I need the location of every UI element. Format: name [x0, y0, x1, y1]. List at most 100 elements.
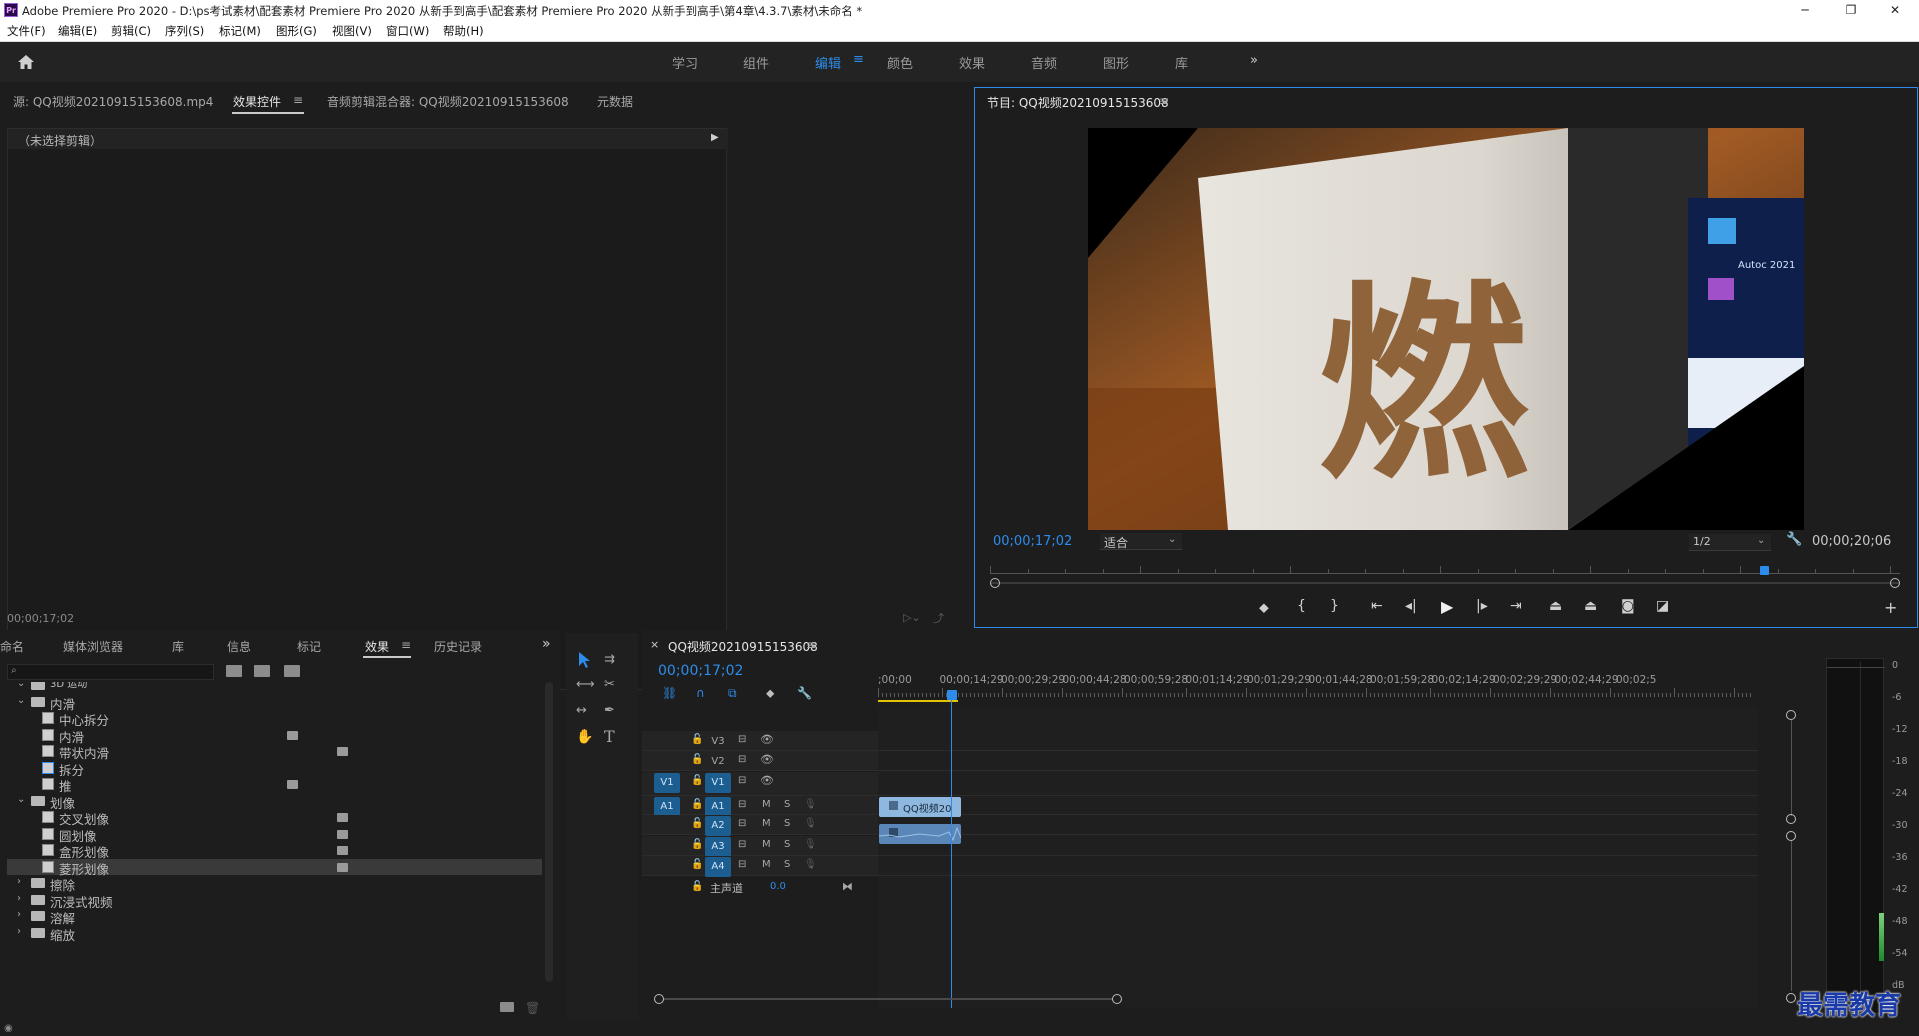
effects-folder[interactable]: ⌄ 3D 运动	[7, 682, 542, 693]
new-bin-icon[interactable]	[500, 1002, 514, 1012]
mute-button[interactable]: M	[762, 859, 771, 870]
ripple-edit-icon[interactable]: ⟷	[576, 677, 595, 692]
sync-lock-icon[interactable]: ⊟	[738, 839, 746, 850]
microphone-icon[interactable]: 🎙	[804, 799, 817, 810]
minimize-icon[interactable]: ─	[1782, 0, 1828, 20]
lock-icon[interactable]: 🔓	[691, 881, 703, 892]
track-lane[interactable]	[878, 772, 1758, 796]
effects-item[interactable]: 带状内滑	[7, 743, 542, 761]
microphone-icon[interactable]: 🎙	[804, 859, 817, 870]
lock-icon[interactable]: 🔓	[691, 734, 703, 745]
workspace-assembly[interactable]: 组件	[743, 53, 769, 72]
lock-icon[interactable]: 🔓	[691, 775, 703, 786]
lock-icon[interactable]: 🔓	[691, 754, 703, 765]
tab-effect-controls[interactable]: 效果控件	[233, 93, 281, 110]
track-target-v1[interactable]: V1	[705, 773, 731, 793]
eye-icon[interactable]: 👁	[760, 733, 774, 746]
sync-lock-icon[interactable]: ⊟	[738, 859, 746, 870]
track-lane[interactable]	[878, 815, 1758, 835]
program-video-frame[interactable]: 燃 Autoc 2021	[1088, 128, 1804, 530]
effects-folder[interactable]: ⌄ 内滑	[7, 694, 542, 712]
comparison-view-icon[interactable]: ◪	[1656, 598, 1669, 614]
track-target-a2[interactable]: A2	[705, 816, 731, 836]
mute-button[interactable]: M	[762, 839, 771, 850]
microphone-icon[interactable]: 🎙	[804, 839, 817, 850]
effects-item[interactable]: 中心拆分	[7, 710, 542, 728]
go-to-out-icon[interactable]: ⇥	[1510, 598, 1522, 614]
workspace-audio[interactable]: 音频	[1031, 53, 1057, 72]
audio-clip[interactable]	[879, 824, 961, 844]
menu-sequence[interactable]: 序列(S)	[165, 23, 204, 39]
timeline-horizontal-scroll[interactable]	[654, 994, 1784, 1004]
effects-menu-icon[interactable]: ≡	[401, 638, 411, 652]
close-icon[interactable]: ✕	[1872, 0, 1918, 20]
delete-icon[interactable]: 🗑	[525, 1001, 540, 1015]
program-monitor-menu-icon[interactable]: ≡	[1159, 94, 1169, 108]
32bit-effects-icon[interactable]	[254, 665, 270, 677]
tab-libraries[interactable]: 库	[172, 638, 184, 655]
mute-button[interactable]: M	[762, 818, 771, 829]
chevron-down-icon[interactable]: ⌄	[17, 794, 25, 805]
effects-item[interactable]: 交叉划像	[7, 809, 542, 827]
status-icon[interactable]: ◉	[4, 1023, 13, 1034]
lock-icon[interactable]: 🔓	[691, 859, 703, 870]
sync-lock-icon[interactable]: ⊟	[738, 754, 746, 765]
pen-tool-icon[interactable]: ✒	[604, 703, 615, 718]
program-current-timecode[interactable]: 00;00;17;02	[993, 534, 1072, 549]
button-editor-plus-icon[interactable]: +	[1884, 598, 1897, 617]
track-target-v2[interactable]: V2	[705, 752, 731, 772]
lock-icon[interactable]: 🔓	[691, 799, 703, 810]
solo-button[interactable]: S	[784, 839, 790, 850]
tabs-overflow-icon[interactable]: »	[542, 636, 551, 652]
chevron-right-icon[interactable]: ›	[17, 909, 21, 920]
menu-view[interactable]: 视图(V)	[332, 23, 372, 39]
menu-window[interactable]: 窗口(W)	[386, 23, 429, 39]
effects-item[interactable]: 圆划像	[7, 826, 542, 844]
track-lane[interactable]	[878, 751, 1758, 771]
tab-effects[interactable]: 效果	[365, 638, 389, 655]
track-target-a4[interactable]: A4	[705, 857, 731, 877]
tab-media-browser[interactable]: 媒体浏览器	[63, 638, 123, 655]
tab-source[interactable]: 源: QQ视频20210915153608.mp4	[13, 93, 213, 110]
accelerated-effects-icon[interactable]	[226, 665, 242, 677]
eye-icon[interactable]: 👁	[760, 774, 774, 787]
razor-tool-icon[interactable]: ✂	[604, 677, 615, 692]
solo-button[interactable]: S	[784, 818, 790, 829]
chevron-right-icon[interactable]: ›	[17, 893, 21, 904]
expand-arrow-icon[interactable]: ▶	[711, 132, 719, 143]
eye-icon[interactable]: 👁	[760, 753, 774, 766]
home-icon[interactable]	[17, 54, 35, 70]
tab-project[interactable]: 命名	[0, 638, 24, 655]
chevron-down-icon[interactable]: ⌄	[17, 682, 25, 689]
sync-lock-icon[interactable]: ⊟	[738, 734, 746, 745]
timeline-playhead-line[interactable]	[951, 700, 952, 1008]
effects-scrollbar[interactable]	[545, 682, 553, 982]
menu-help[interactable]: 帮助(H)	[443, 23, 484, 39]
track-lane[interactable]	[878, 856, 1758, 876]
restore-icon[interactable]: ❐	[1828, 0, 1874, 20]
effects-item[interactable]: 拆分	[7, 760, 542, 778]
program-scrub-bar[interactable]	[990, 566, 1900, 578]
lock-icon[interactable]: 🔓	[691, 839, 703, 850]
chevron-right-icon[interactable]: ›	[17, 926, 21, 937]
fit-dropdown[interactable]: 适合 ⌄	[1100, 533, 1182, 550]
program-playhead[interactable]	[1759, 566, 1769, 575]
wrench-icon[interactable]: 🔧	[1786, 532, 1802, 547]
track-select-forward-icon[interactable]: ⇉	[604, 652, 615, 667]
filter-icon[interactable]: ▷⌄	[903, 611, 921, 624]
yuv-effects-icon[interactable]	[284, 665, 300, 677]
go-to-in-icon[interactable]: ⇤	[1371, 598, 1383, 614]
workspace-graphics[interactable]: 图形	[1103, 53, 1129, 72]
lift-icon[interactable]: ⏏	[1549, 598, 1562, 614]
extract-icon[interactable]: ⏏	[1584, 598, 1597, 614]
audio-track-header[interactable]	[642, 815, 878, 835]
step-forward-icon[interactable]: |▸	[1476, 598, 1488, 614]
effects-folder[interactable]: › 缩放	[7, 925, 542, 943]
effects-folder[interactable]: ⌄ 划像	[7, 793, 542, 811]
sync-lock-icon[interactable]: ⊟	[738, 775, 746, 786]
sync-lock-icon[interactable]: ⊟	[738, 799, 746, 810]
master-volume-value[interactable]: 0.0	[770, 881, 786, 892]
tab-info[interactable]: 信息	[227, 638, 251, 655]
tab-markers[interactable]: 标记	[297, 638, 321, 655]
effect-controls-menu-icon[interactable]: ≡	[293, 93, 303, 107]
